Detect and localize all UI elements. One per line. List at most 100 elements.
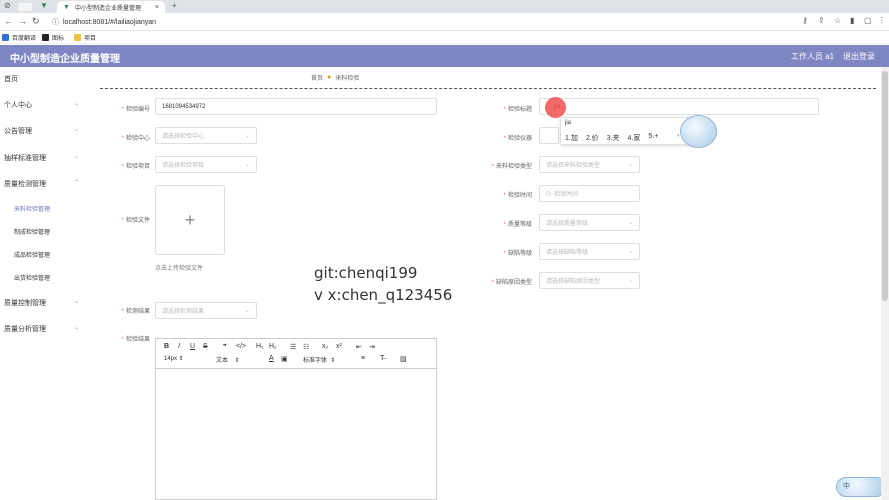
ime-candidate[interactable]: 3.夹 [607, 133, 620, 143]
italic-icon[interactable]: I [178, 343, 180, 350]
close-tab-icon[interactable]: × [155, 4, 159, 11]
sidebar-item-quality-control[interactable]: 质量控制管理 [4, 298, 46, 308]
type-select[interactable]: 请选择来料检验类型 ⌄ [539, 156, 640, 173]
breadcrumb-current: 来料检验 [335, 76, 360, 82]
mouse-cursor-highlight [545, 97, 566, 118]
grade-select[interactable]: 请选择质量等级 ⌄ [539, 214, 640, 231]
strike-icon[interactable]: S [203, 343, 208, 350]
browser-tab-bar: ⊘ ▼ ▼ 中小型制造企业质量管理 × + [0, 0, 889, 13]
bookmark-label: 图标 [52, 36, 65, 42]
code-input[interactable]: 1681094534972 [155, 98, 437, 115]
ime-candidate[interactable]: 2.价 [586, 133, 599, 143]
ime-candidate[interactable]: 5.+ [648, 133, 658, 143]
info-icon[interactable]: ⓘ [52, 17, 59, 27]
subscript-icon[interactable]: x₂ [322, 343, 328, 350]
item-select[interactable]: 请选择检验项目 ⌄ [155, 156, 257, 173]
more-menu-icon[interactable]: ⋮ [878, 16, 886, 25]
ime-candidate[interactable]: 4.家 [628, 133, 641, 143]
font-size-select[interactable]: 14px ⇕ [164, 355, 184, 362]
result-placeholder: 请选择检测结果 [162, 309, 205, 315]
ime-status-bar[interactable]: 中 [836, 477, 886, 497]
logout-link[interactable]: 退出登录 [843, 51, 875, 62]
sidebar-subitem-incoming[interactable]: 来料检验管理 [14, 204, 50, 213]
sidebar-toggle-icon[interactable]: ▮ [850, 16, 854, 25]
clear-format-icon[interactable]: T̶ [380, 355, 384, 362]
folder-icon [74, 34, 81, 41]
code-icon[interactable]: </> [236, 343, 246, 350]
chevron-down-icon: ⌄ [74, 299, 80, 305]
code-label: * 检验编号 [121, 107, 150, 113]
heading1-icon[interactable]: H₁ [256, 343, 263, 350]
sidebar-subitem-finished[interactable]: 成品检验管理 [14, 250, 50, 259]
ordered-list-icon[interactable]: ☰ [290, 343, 296, 351]
indent-icon[interactable]: ⇥ [369, 343, 375, 351]
bold-icon[interactable]: B [164, 343, 169, 350]
defect-label: * 缺陷等级 [503, 251, 532, 257]
bookmark-item[interactable]: 百度翻译 [2, 33, 36, 42]
center-select[interactable]: 请选择检验中心 ⌄ [155, 127, 257, 144]
new-tab-icon[interactable]: + [172, 1, 177, 10]
breadcrumb-home[interactable]: 首页 [311, 73, 323, 82]
sidebar-item-quality-analysis[interactable]: 质量分析管理 [4, 324, 46, 334]
cause-placeholder: 请选择缺陷原因类型 [546, 279, 601, 285]
detail-label: * 检验结果 [121, 337, 150, 343]
browser-menu-icon[interactable]: ⊘ [4, 1, 11, 10]
pinned-tab[interactable] [18, 3, 32, 11]
underline-icon[interactable]: U [190, 343, 195, 350]
bookmarks-bar: 百度翻译 图标 项目 [0, 31, 889, 44]
heading2-icon[interactable]: H₂ [269, 343, 277, 350]
bookmark-item[interactable]: 项目 [74, 33, 96, 42]
result-select[interactable]: 请选择检测结果 ⌄ [155, 302, 257, 319]
sidebar-item-personal[interactable]: 个人中心 [4, 100, 32, 110]
pinned-vue-tab-icon[interactable]: ▼ [40, 1, 48, 10]
sidebar-item-home[interactable]: 首页 [4, 74, 18, 84]
background-color-icon[interactable]: ▣ [281, 355, 288, 363]
superscript-icon[interactable]: x² [336, 343, 342, 350]
sidebar-subitem-shipment[interactable]: 出货检验管理 [14, 273, 50, 282]
rich-text-editor[interactable]: B I U S ❞ </> H₁ H₂ ☰ ☷ x₂ x² ⇤ ⇥ 14px ⇕… [155, 338, 437, 500]
sidebar-item-quality-inspection[interactable]: 质量检测管理 [4, 179, 46, 189]
block-type-select[interactable]: 文本 ⇕ [216, 355, 240, 364]
back-icon[interactable]: ← [4, 16, 13, 26]
forward-icon[interactable]: → [18, 16, 27, 26]
page-scrollbar[interactable] [881, 67, 889, 500]
outdent-icon[interactable]: ⇤ [356, 343, 362, 351]
sidebar-item-sampling[interactable]: 抽样标准管理 [4, 153, 46, 163]
cause-select[interactable]: 请选择缺陷原因类型 ⌄ [539, 272, 640, 289]
share-icon[interactable]: ⇪ [818, 16, 825, 25]
watermark-line2: v x:chen_q123456 [314, 286, 453, 304]
reload-icon[interactable]: ↻ [32, 16, 40, 27]
defect-select[interactable]: 请选择缺陷等级 ⌄ [539, 243, 640, 260]
bookmark-item[interactable]: 图标 [42, 33, 64, 42]
ime-candidate[interactable]: 1.加 [565, 133, 578, 143]
bullet-list-icon[interactable]: ☷ [303, 343, 309, 351]
sidebar: 首页 个人中心 ⌄ 公告管理 ⌄ 抽样标准管理 ⌄ 质量检测管理 ⌃ 来料检验管… [0, 67, 96, 500]
active-tab[interactable]: ▼ 中小型制造企业质量管理 × [57, 1, 165, 13]
type-label: * 来料检验类型 [491, 164, 532, 170]
bookmark-star-icon[interactable]: ☆ [834, 16, 841, 25]
time-picker[interactable]: ◷ 检验时间 [539, 185, 640, 202]
font-family-select[interactable]: 标准字体 ⇕ [303, 355, 335, 364]
item-placeholder: 请选择检验项目 [162, 163, 205, 169]
align-icon[interactable]: ≡ [361, 355, 365, 362]
image-icon[interactable]: ▨ [400, 355, 407, 363]
cause-label: * 缺陷原因类型 [491, 280, 532, 286]
profile-icon[interactable]: ▢ [864, 16, 872, 25]
font-color-icon[interactable]: A [269, 355, 274, 362]
breadcrumb: 首页 ● 来料检验 [311, 73, 359, 82]
key-icon[interactable]: ⚷ [802, 16, 808, 25]
chevron-up-icon: ⌃ [74, 180, 80, 186]
url-field[interactable]: ⓘ localhost:8081/#/lailiaojianyan [52, 16, 792, 28]
instrument-select[interactable] [539, 127, 559, 144]
title-input[interactable]: jia [539, 98, 819, 115]
quote-icon[interactable]: ❞ [223, 343, 227, 351]
sidebar-item-notice[interactable]: 公告管理 [4, 126, 32, 136]
scrollbar-thumb[interactable] [882, 71, 888, 301]
ime-mode-label: 中 [843, 483, 850, 490]
file-upload-box[interactable]: + [155, 185, 225, 255]
item-label: * 检验项目 [121, 164, 150, 170]
type-placeholder: 请选择来料检验类型 [546, 163, 601, 169]
plus-icon: + [184, 209, 196, 230]
sidebar-subitem-process[interactable]: 制成检验管理 [14, 227, 50, 236]
instrument-label: * 检验仪器 [503, 136, 532, 142]
